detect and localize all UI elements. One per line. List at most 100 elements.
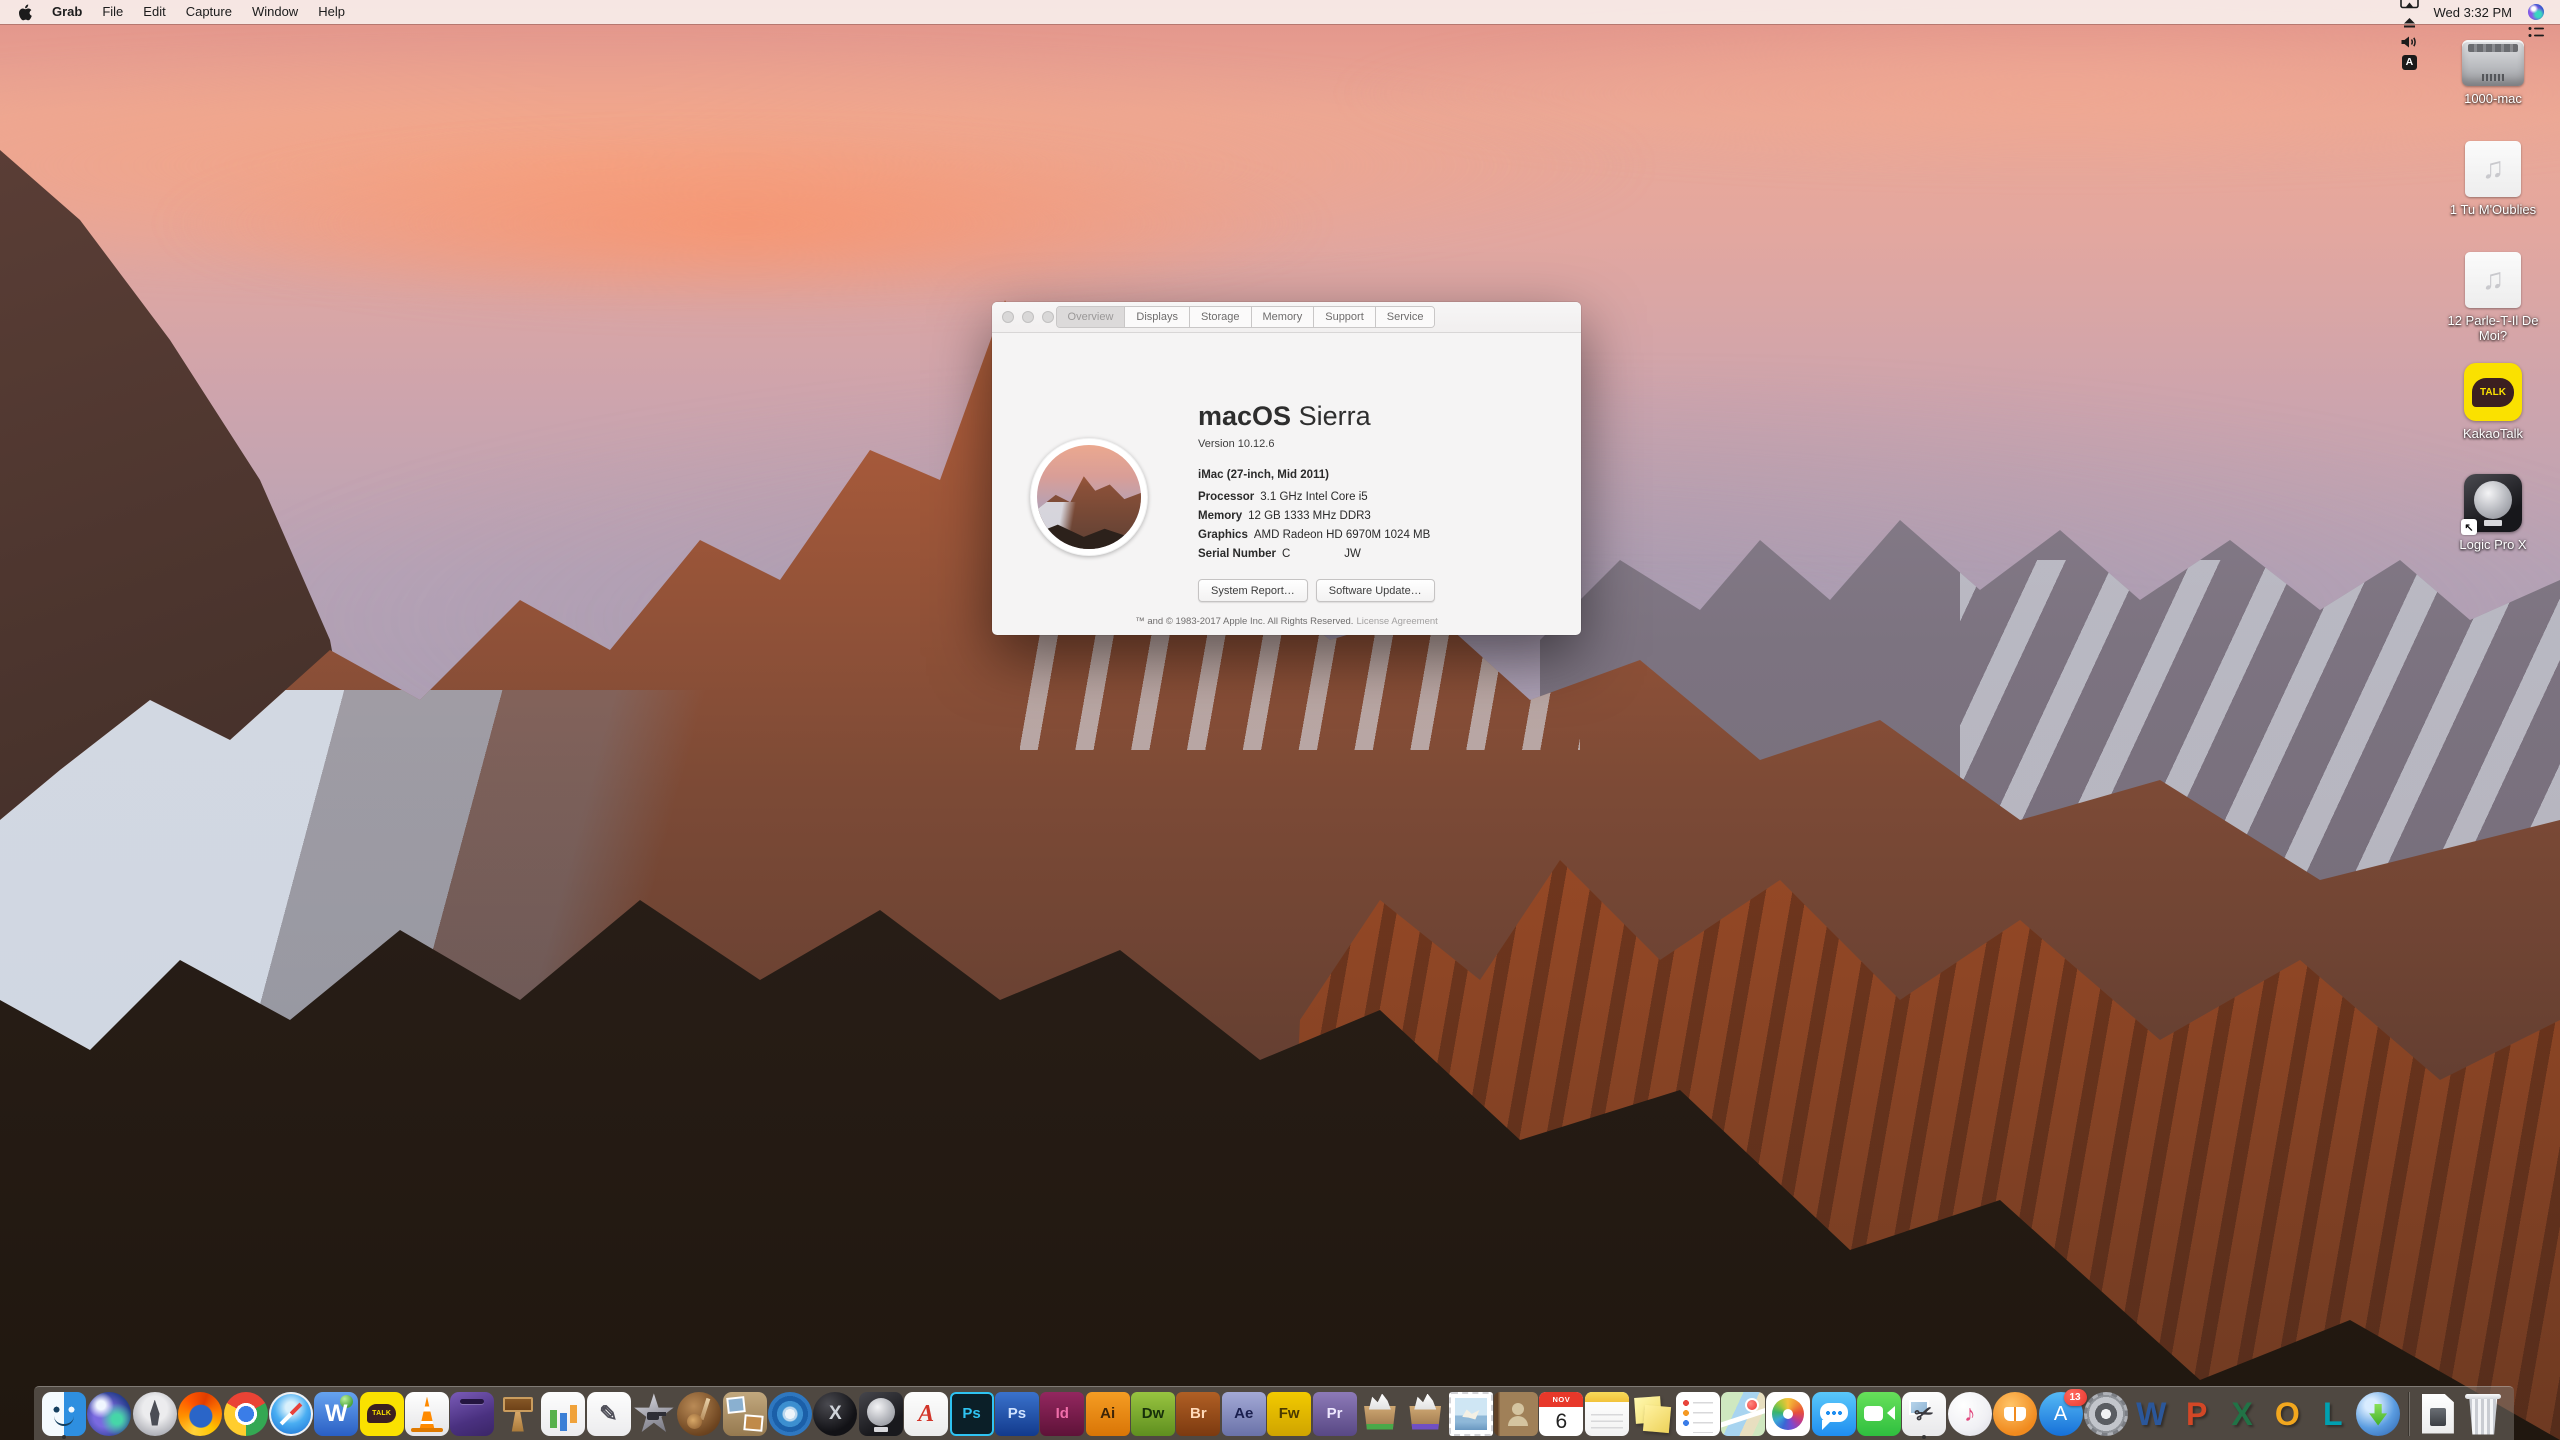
spec-value-suffix: JW <box>1344 548 1361 560</box>
dock-item-toast[interactable] <box>450 1387 494 1440</box>
desktop-icon-kakaotalk[interactable]: TALKKakaoTalk <box>2432 363 2554 457</box>
dock-item-fireworks[interactable]: Fw <box>1267 1387 1311 1440</box>
dock-item-garageband[interactable] <box>677 1387 721 1440</box>
dock-item-document[interactable] <box>2416 1387 2460 1440</box>
dock-item-siri[interactable] <box>87 1387 131 1440</box>
after-effects-glyph: Ae <box>1234 1406 1253 1421</box>
dock-item-notes[interactable] <box>1585 1387 1629 1440</box>
dock-item-stickies[interactable] <box>1630 1387 1674 1440</box>
dock-item-photoshop-cc[interactable]: Ps <box>950 1387 994 1440</box>
kakaotalk-icon: TALK <box>360 1392 404 1436</box>
dock-item-illustrator[interactable]: Ai <box>1086 1387 1130 1440</box>
final-cut-pro-glyph: X <box>829 1404 842 1423</box>
notification-center-icon[interactable] <box>2524 22 2548 42</box>
sierra-thumbnail <box>1030 438 1148 556</box>
tab-support[interactable]: Support <box>1314 307 1376 327</box>
tab-displays[interactable]: Displays <box>1125 307 1190 327</box>
dock-item-logic-pro[interactable] <box>859 1387 903 1440</box>
apple-menu[interactable] <box>16 4 42 21</box>
menu-window[interactable]: Window <box>242 4 308 19</box>
dock-item-photos[interactable] <box>1766 1387 1810 1440</box>
spec-label: Memory <box>1198 510 1242 522</box>
dock-item-final-cut-pro[interactable]: X <box>813 1387 857 1440</box>
dock-item-itunes[interactable]: ♪ <box>1948 1387 1992 1440</box>
dock-item-safari[interactable] <box>269 1387 313 1440</box>
dock-item-outlook[interactable]: O <box>2265 1387 2309 1440</box>
dock-item-kakaotalk[interactable]: TALK <box>360 1387 404 1440</box>
iweb-icon <box>723 1392 767 1436</box>
dock-item-iweb[interactable] <box>723 1387 767 1440</box>
dock-item-contacts[interactable] <box>1494 1387 1538 1440</box>
input-source-icon[interactable]: A <box>2397 52 2421 72</box>
siri-icon[interactable] <box>2524 2 2548 22</box>
dock-item-dropstuff[interactable] <box>1403 1387 1447 1440</box>
dock-item-launchpad[interactable] <box>133 1387 177 1440</box>
menu-file[interactable]: File <box>92 4 133 19</box>
dock-item-stuffit-expander[interactable] <box>1358 1387 1402 1440</box>
tab-service[interactable]: Service <box>1376 307 1435 327</box>
dock-item-chrome[interactable] <box>224 1387 268 1440</box>
dock-item-premiere[interactable]: Pr <box>1313 1387 1357 1440</box>
itunes-icon: ♪ <box>1948 1392 1992 1436</box>
tab-storage[interactable]: Storage <box>1190 307 1252 327</box>
dock-item-messages[interactable] <box>1812 1387 1856 1440</box>
spec-memory: Memory12 GB 1333 MHz DDR3 <box>1198 506 1430 525</box>
dock-item-powerpoint[interactable]: P <box>2175 1387 2219 1440</box>
dock-item-mail[interactable] <box>1449 1387 1493 1440</box>
dock-item-pages[interactable]: ✎ <box>587 1387 631 1440</box>
menu-edit[interactable]: Edit <box>133 4 175 19</box>
dock-item-numbers[interactable] <box>541 1387 585 1440</box>
tab-overview[interactable]: Overview <box>1057 307 1126 327</box>
firefox-icon <box>178 1392 222 1436</box>
dock-item-after-effects[interactable]: Ae <box>1222 1387 1266 1440</box>
dock-item-finder[interactable] <box>42 1387 86 1440</box>
idvd-icon <box>768 1392 812 1436</box>
traffic-lights <box>1002 302 1054 332</box>
dock-item-system-preferences[interactable] <box>2084 1387 2128 1440</box>
menu-capture[interactable]: Capture <box>176 4 242 19</box>
about-buttons: System Report… Software Update… <box>1198 579 1435 602</box>
dock-item-app-store[interactable]: A13 <box>2039 1387 2083 1440</box>
dock-item-word[interactable]: W <box>2129 1387 2173 1440</box>
dock-item-indesign[interactable]: Id <box>1040 1387 1084 1440</box>
close-button[interactable] <box>1002 311 1014 323</box>
dock-item-dreamweaver[interactable]: Dw <box>1131 1387 1175 1440</box>
desktop-icon-logic-pro-x[interactable]: ↖Logic Pro X <box>2432 474 2554 568</box>
dreamweaver-glyph: Dw <box>1142 1406 1165 1421</box>
fireworks-glyph: Fw <box>1279 1406 1300 1421</box>
eject-icon[interactable] <box>2397 12 2421 32</box>
menu-grab[interactable]: Grab <box>42 4 92 19</box>
volume-icon[interactable] <box>2397 32 2421 52</box>
menu-help[interactable]: Help <box>308 4 355 19</box>
dock-item-vlc[interactable] <box>405 1387 449 1440</box>
minimize-button[interactable] <box>1022 311 1034 323</box>
desktop-icon-parle-t-il-de-moi[interactable]: ♫12 Parle-T-Il De Moi? <box>2432 252 2554 346</box>
dock-item-reminders[interactable] <box>1676 1387 1720 1440</box>
desktop-icon-tu-moublies[interactable]: ♫1 Tu M'Oublies <box>2432 141 2554 235</box>
dock-item-w-app[interactable]: W <box>314 1387 358 1440</box>
dock-item-acrobat[interactable]: A <box>904 1387 948 1440</box>
dock-item-firefox[interactable] <box>178 1387 222 1440</box>
dock-item-keynote[interactable] <box>496 1387 540 1440</box>
tab-memory[interactable]: Memory <box>1252 307 1315 327</box>
window-titlebar[interactable]: OverviewDisplaysStorageMemorySupportServ… <box>992 302 1581 333</box>
dock-item-trash[interactable] <box>2461 1387 2505 1440</box>
dock-item-calendar[interactable]: NOV6 <box>1539 1387 1583 1440</box>
dock-item-excel[interactable]: X <box>2220 1387 2264 1440</box>
dock-item-idvd[interactable] <box>768 1387 812 1440</box>
dock-item-photoshop[interactable]: Ps <box>995 1387 1039 1440</box>
software-update-button[interactable]: Software Update… <box>1316 579 1435 602</box>
dock-item-ibooks[interactable] <box>1993 1387 2037 1440</box>
airplay-display-icon[interactable] <box>2397 0 2421 12</box>
zoom-button[interactable] <box>1042 311 1054 323</box>
dock-item-downloader[interactable] <box>2356 1387 2400 1440</box>
dock-item-bridge[interactable]: Br <box>1176 1387 1220 1440</box>
dock-item-imovie[interactable] <box>632 1387 676 1440</box>
dock-item-grab[interactable]: ✂ <box>1902 1387 1946 1440</box>
license-agreement-link[interactable]: License Agreement <box>1356 616 1437 627</box>
menu-bar-clock[interactable]: Wed 3:32 PM <box>2425 5 2520 20</box>
dock-item-lync[interactable]: L <box>2311 1387 2355 1440</box>
dock-item-maps[interactable] <box>1721 1387 1765 1440</box>
dock-item-facetime[interactable] <box>1857 1387 1901 1440</box>
system-report-button[interactable]: System Report… <box>1198 579 1308 602</box>
